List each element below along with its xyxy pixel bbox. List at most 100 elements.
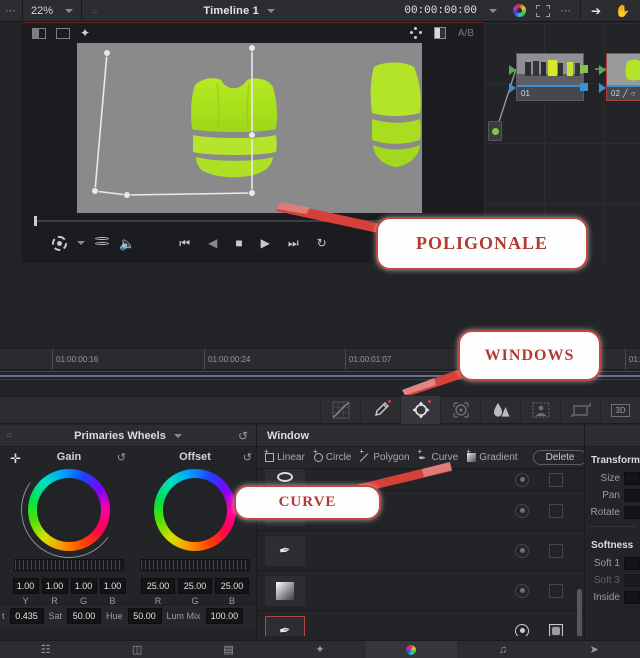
inside-field[interactable] — [624, 591, 640, 604]
node-key-input-port[interactable] — [509, 83, 516, 93]
fusion-page-icon[interactable]: ✦ — [274, 641, 365, 658]
rotate-field[interactable] — [624, 506, 640, 519]
cut-page-icon[interactable]: ◫ — [91, 641, 182, 658]
softness-soft1-row[interactable]: Soft 1 — [585, 555, 640, 572]
media-page-icon[interactable]: ☷ — [0, 641, 91, 658]
playhead[interactable] — [34, 216, 37, 226]
window-row[interactable] — [257, 571, 585, 611]
node-output-port[interactable] — [580, 65, 588, 73]
gain-wheel-knob[interactable] — [63, 504, 74, 515]
stop-button[interactable]: ■ — [235, 237, 242, 249]
delete-window-button[interactable]: Delete — [532, 450, 588, 465]
source-node[interactable] — [488, 121, 502, 141]
panel-mode-icon[interactable]: ○ — [6, 430, 12, 441]
node-02[interactable]: 02 ╱ ○ — [599, 53, 640, 101]
offset-b-field[interactable]: 25.00 B — [215, 578, 249, 606]
chevron-down-icon[interactable] — [65, 8, 74, 13]
chevron-down-icon[interactable] — [267, 8, 275, 13]
gain-reset-icon[interactable]: ↺ — [117, 451, 126, 464]
three-d-palette-icon[interactable]: 3D — [600, 396, 640, 424]
timeline-selector[interactable]: ○ Timeline 1 — [82, 0, 396, 22]
softness-inside-row[interactable]: Inside — [585, 589, 640, 606]
window-invert-toggle[interactable] — [549, 583, 563, 598]
window-invert-toggle[interactable] — [549, 472, 563, 487]
node-input-port[interactable] — [509, 65, 516, 75]
play-button[interactable]: ▶ — [261, 237, 270, 249]
window-mask-toggle[interactable] — [515, 543, 529, 558]
pan-field[interactable] — [624, 489, 640, 502]
window-invert-toggle[interactable] — [549, 543, 563, 558]
wipe-icon[interactable] — [433, 27, 446, 39]
ab-compare-label[interactable]: A/B — [458, 28, 474, 39]
gain-r-field[interactable]: 1.00 R — [41, 578, 68, 606]
gain-g-field[interactable]: 1.00 G — [70, 578, 97, 606]
window-mask-toggle[interactable] — [515, 583, 529, 598]
chevron-down-icon[interactable] — [173, 433, 182, 438]
window-mask-toggle[interactable] — [515, 472, 529, 487]
first-frame-button[interactable]: ⏮ — [179, 237, 190, 249]
hand-tool-icon[interactable]: ✋ — [615, 4, 630, 18]
add-linear-window-button[interactable]: + Linear — [264, 448, 305, 464]
gain-outer-ring[interactable] — [13, 454, 125, 566]
node-input-port[interactable] — [599, 65, 606, 75]
window-row-selected[interactable]: ✒ — [257, 611, 585, 636]
offset-color-wheel[interactable] — [154, 469, 236, 551]
size-field[interactable] — [624, 472, 640, 485]
zoom-control[interactable]: 22% — [23, 0, 81, 22]
window-invert-toggle[interactable] — [549, 503, 563, 518]
window-list-scrollbar[interactable] — [577, 589, 582, 636]
qualifier-palette-icon[interactable] — [360, 396, 400, 424]
transform-size-row[interactable]: Size — [585, 470, 640, 487]
gain-master-slider[interactable] — [14, 559, 124, 571]
onscreen-control-icon[interactable] — [409, 27, 422, 39]
curves-palette-icon[interactable] — [320, 396, 360, 424]
more-options-icon[interactable]: ⋯ — [560, 4, 572, 17]
offset-reset-icon[interactable]: ↺ — [243, 451, 252, 464]
more-dots-icon[interactable]: ⋯ — [0, 4, 22, 17]
lum-mix-value[interactable]: 100.00 — [205, 607, 244, 624]
grid-overlay-icon[interactable] — [56, 27, 70, 39]
hue-value[interactable]: 50.00 — [127, 607, 162, 624]
window-mask-toggle[interactable] — [515, 623, 529, 636]
chevron-down-icon[interactable] — [488, 8, 497, 13]
offset-r-field[interactable]: 25.00 R — [141, 578, 175, 606]
color-wheel-icon[interactable] — [512, 4, 526, 17]
sat-value[interactable]: 50.00 — [67, 607, 102, 624]
gain-y-field[interactable]: 1.00 Y — [12, 578, 39, 606]
magic-wand-icon[interactable]: ✦ — [80, 27, 90, 39]
window-row-shape-button[interactable] — [265, 575, 305, 606]
gain-b-field[interactable]: 1.00 B — [99, 578, 126, 606]
offset-wheel-knob[interactable] — [189, 504, 200, 515]
tracker-palette-icon[interactable] — [440, 396, 480, 424]
color-page-icon[interactable] — [365, 640, 458, 658]
fullscreen-icon[interactable] — [535, 4, 550, 17]
node-key-output-port[interactable] — [580, 83, 588, 91]
play-reverse-button[interactable]: ◀ — [208, 237, 217, 249]
reset-icon[interactable]: ↺ — [238, 429, 248, 443]
window-invert-toggle[interactable] — [549, 623, 563, 636]
contrast-value[interactable]: 0.435 — [9, 607, 44, 624]
window-row[interactable]: ✒ — [257, 531, 585, 571]
window-row-shape-button[interactable] — [265, 469, 305, 486]
key-palette-icon[interactable] — [520, 396, 560, 424]
pointer-tool-icon[interactable]: ➔ — [591, 4, 601, 18]
edit-page-icon[interactable]: ▤ — [183, 641, 274, 658]
window-mask-toggle[interactable] — [515, 503, 529, 518]
timecode-display[interactable]: 00:00:00:00 — [396, 0, 505, 22]
window-row-shape-button[interactable]: ✒ — [265, 615, 305, 636]
gain-color-wheel[interactable] — [13, 454, 125, 566]
node-01[interactable]: 01 — [509, 53, 588, 101]
sizing-palette-icon[interactable] — [560, 396, 600, 424]
transform-pan-row[interactable]: Pan — [585, 487, 640, 504]
offset-g-field[interactable]: 25.00 G — [178, 578, 212, 606]
offset-master-slider[interactable] — [140, 559, 250, 571]
fairlight-page-icon[interactable]: ♫ — [457, 641, 548, 658]
blur-palette-icon[interactable] — [480, 396, 520, 424]
node-key-input-port[interactable] — [599, 83, 606, 93]
add-gradient-window-button[interactable]: + Gradient — [466, 448, 517, 464]
deliver-page-icon[interactable]: ➤ — [549, 641, 640, 658]
split-view-icon[interactable] — [32, 27, 46, 39]
transform-rotate-row[interactable]: Rotate — [585, 504, 640, 521]
window-row-shape-button[interactable]: ✒ — [265, 535, 305, 566]
window-palette-icon[interactable] — [400, 396, 440, 424]
